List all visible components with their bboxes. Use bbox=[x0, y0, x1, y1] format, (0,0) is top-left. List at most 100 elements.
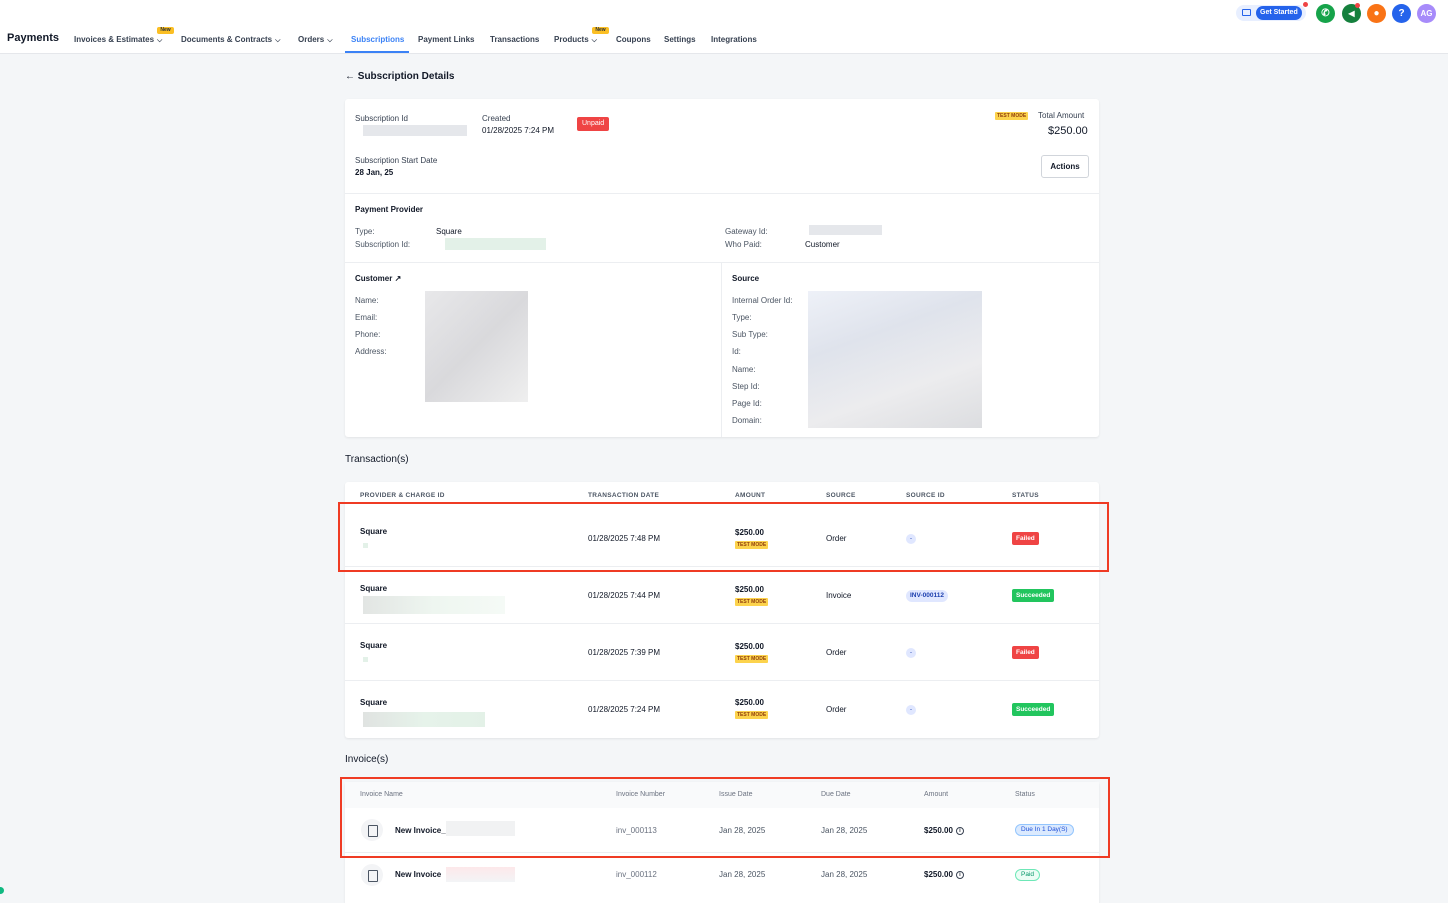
provider-subscription-id-value bbox=[445, 238, 546, 250]
tx-date: 01/28/2025 7:24 PM bbox=[588, 705, 661, 714]
th-amount: AMOUNT bbox=[735, 492, 766, 499]
nav-subscriptions[interactable]: Subscriptions bbox=[351, 35, 404, 44]
tx-amount: $250.00 bbox=[735, 585, 764, 594]
invoice-due-date: Jan 28, 2025 bbox=[821, 870, 868, 879]
tx-provider: Square bbox=[360, 698, 388, 707]
back-arrow-icon[interactable]: ← bbox=[345, 71, 355, 82]
highlight-box bbox=[338, 502, 1109, 572]
source-details-redacted bbox=[808, 291, 982, 428]
tx-charge-id bbox=[363, 596, 505, 614]
help-icon[interactable]: ? bbox=[1392, 4, 1411, 23]
invoice-name[interactable]: New Invoice bbox=[395, 870, 441, 879]
th-provider: PROVIDER & CHARGE ID bbox=[360, 492, 445, 499]
source-title: Source bbox=[732, 274, 760, 283]
phone-icon[interactable]: ✆ bbox=[1316, 4, 1335, 23]
notification-dot bbox=[1303, 2, 1308, 7]
tx-source: Order bbox=[826, 648, 847, 657]
avatar[interactable]: AG bbox=[1417, 4, 1436, 23]
card-icon bbox=[1242, 9, 1251, 16]
start-date-value: 28 Jan, 25 bbox=[355, 168, 394, 177]
provider-subscription-id-label: Subscription Id: bbox=[355, 240, 411, 249]
who-paid-value: Customer bbox=[805, 240, 840, 249]
status-badge: Unpaid bbox=[577, 117, 610, 131]
get-started-button[interactable]: Get Started bbox=[1236, 5, 1306, 21]
nav-orders[interactable]: Orders ⌵ bbox=[298, 35, 333, 45]
total-amount-label: Total Amount bbox=[1038, 111, 1085, 120]
th-source: SOURCE bbox=[826, 492, 856, 499]
subscription-id-label: Subscription Id bbox=[355, 114, 408, 123]
source-subtype-label: Sub Type: bbox=[732, 330, 768, 339]
gateway-id-value bbox=[809, 225, 882, 235]
nav-invoices-estimates[interactable]: Invoices & Estimates ⌵ bbox=[74, 35, 162, 45]
customer-address-label: Address: bbox=[355, 347, 387, 356]
gateway-id-label: Gateway Id: bbox=[725, 227, 768, 236]
nav-transactions[interactable]: Transactions bbox=[490, 35, 539, 44]
info-icon[interactable]: i bbox=[955, 870, 964, 879]
highlight-box bbox=[340, 777, 1110, 858]
tx-date: 01/28/2025 7:39 PM bbox=[588, 648, 661, 657]
subscription-id-value bbox=[363, 125, 467, 136]
tx-source-id-link[interactable]: INV-000112 bbox=[906, 590, 948, 602]
invoice-name-redacted bbox=[446, 867, 515, 882]
source-page-id-label: Page Id: bbox=[732, 399, 762, 408]
start-date-label: Subscription Start Date bbox=[355, 156, 438, 165]
provider-type-value: Square bbox=[436, 227, 462, 236]
nav-documents-contracts[interactable]: Documents & Contracts ⌵ bbox=[181, 35, 280, 45]
th-status: STATUS bbox=[1012, 492, 1039, 499]
tx-source: Order bbox=[826, 705, 847, 714]
tx-amount: $250.00 bbox=[735, 698, 764, 707]
app-title: Payments bbox=[7, 32, 59, 44]
test-mode-badge: TEST MODE bbox=[735, 598, 769, 606]
status-badge: Succeeded bbox=[1012, 589, 1055, 602]
divider bbox=[345, 193, 1099, 194]
column-divider bbox=[721, 262, 722, 437]
th-date: TRANSACTION DATE bbox=[588, 492, 660, 499]
customer-title[interactable]: Customer ↗ bbox=[355, 274, 401, 283]
payment-provider-title: Payment Provider bbox=[355, 205, 424, 214]
status-badge: Failed bbox=[1012, 646, 1039, 659]
customer-phone-label: Phone: bbox=[355, 330, 381, 339]
created-label: Created bbox=[482, 114, 511, 123]
tx-source: Invoice bbox=[826, 591, 852, 600]
tx-date: 01/28/2025 7:44 PM bbox=[588, 591, 661, 600]
top-nav-bar: Payments Invoices & Estimates ⌵ New Docum… bbox=[0, 0, 1448, 54]
status-dot bbox=[0, 887, 4, 894]
nav-products[interactable]: Products ⌵ bbox=[554, 35, 597, 45]
tx-provider: Square bbox=[360, 584, 388, 593]
source-domain-label: Domain: bbox=[732, 416, 762, 425]
tx-source-id: - bbox=[906, 705, 916, 715]
page-title[interactable]: ← Subscription Details bbox=[345, 71, 454, 82]
chevron-down-icon: ⌵ bbox=[591, 37, 597, 44]
nav-coupons[interactable]: Coupons bbox=[616, 35, 651, 44]
nav-settings[interactable]: Settings bbox=[664, 35, 696, 44]
tx-charge-id bbox=[363, 657, 368, 662]
actions-button[interactable]: Actions bbox=[1041, 155, 1089, 178]
bell-icon[interactable]: ● bbox=[1367, 4, 1386, 23]
source-name-label: Name: bbox=[732, 365, 756, 374]
chevron-down-icon: ⌵ bbox=[275, 37, 281, 44]
created-value: 01/28/2025 7:24 PM bbox=[482, 126, 555, 135]
invoice-number: inv_000112 bbox=[616, 870, 657, 879]
status-badge: Succeeded bbox=[1012, 703, 1055, 716]
invoice-amount: $250.00 i bbox=[924, 870, 964, 879]
tx-amount: $250.00 bbox=[735, 642, 764, 651]
document-icon bbox=[361, 864, 383, 886]
transactions-title: Transaction(s) bbox=[345, 454, 409, 465]
new-badge: New bbox=[157, 27, 174, 34]
nav-integrations[interactable]: Integrations bbox=[711, 35, 757, 44]
customer-details-redacted bbox=[425, 291, 528, 402]
source-internal-id-label: Internal Order Id: bbox=[732, 296, 793, 305]
status-badge: Paid bbox=[1015, 869, 1041, 881]
get-started-label: Get Started bbox=[1256, 6, 1302, 20]
chevron-down-icon: ⌵ bbox=[327, 37, 333, 44]
chevron-down-icon: ⌵ bbox=[157, 37, 163, 44]
nav-payment-links[interactable]: Payment Links bbox=[418, 35, 474, 44]
customer-name-label: Name: bbox=[355, 296, 379, 305]
who-paid-label: Who Paid: bbox=[725, 240, 762, 249]
external-link-icon[interactable]: ↗ bbox=[395, 274, 402, 283]
source-id-label: Id: bbox=[732, 347, 741, 356]
test-mode-badge: TEST MODE bbox=[995, 112, 1029, 120]
total-amount-value: $250.00 bbox=[1048, 125, 1088, 137]
tx-source-id: - bbox=[906, 648, 916, 658]
customer-email-label: Email: bbox=[355, 313, 378, 322]
